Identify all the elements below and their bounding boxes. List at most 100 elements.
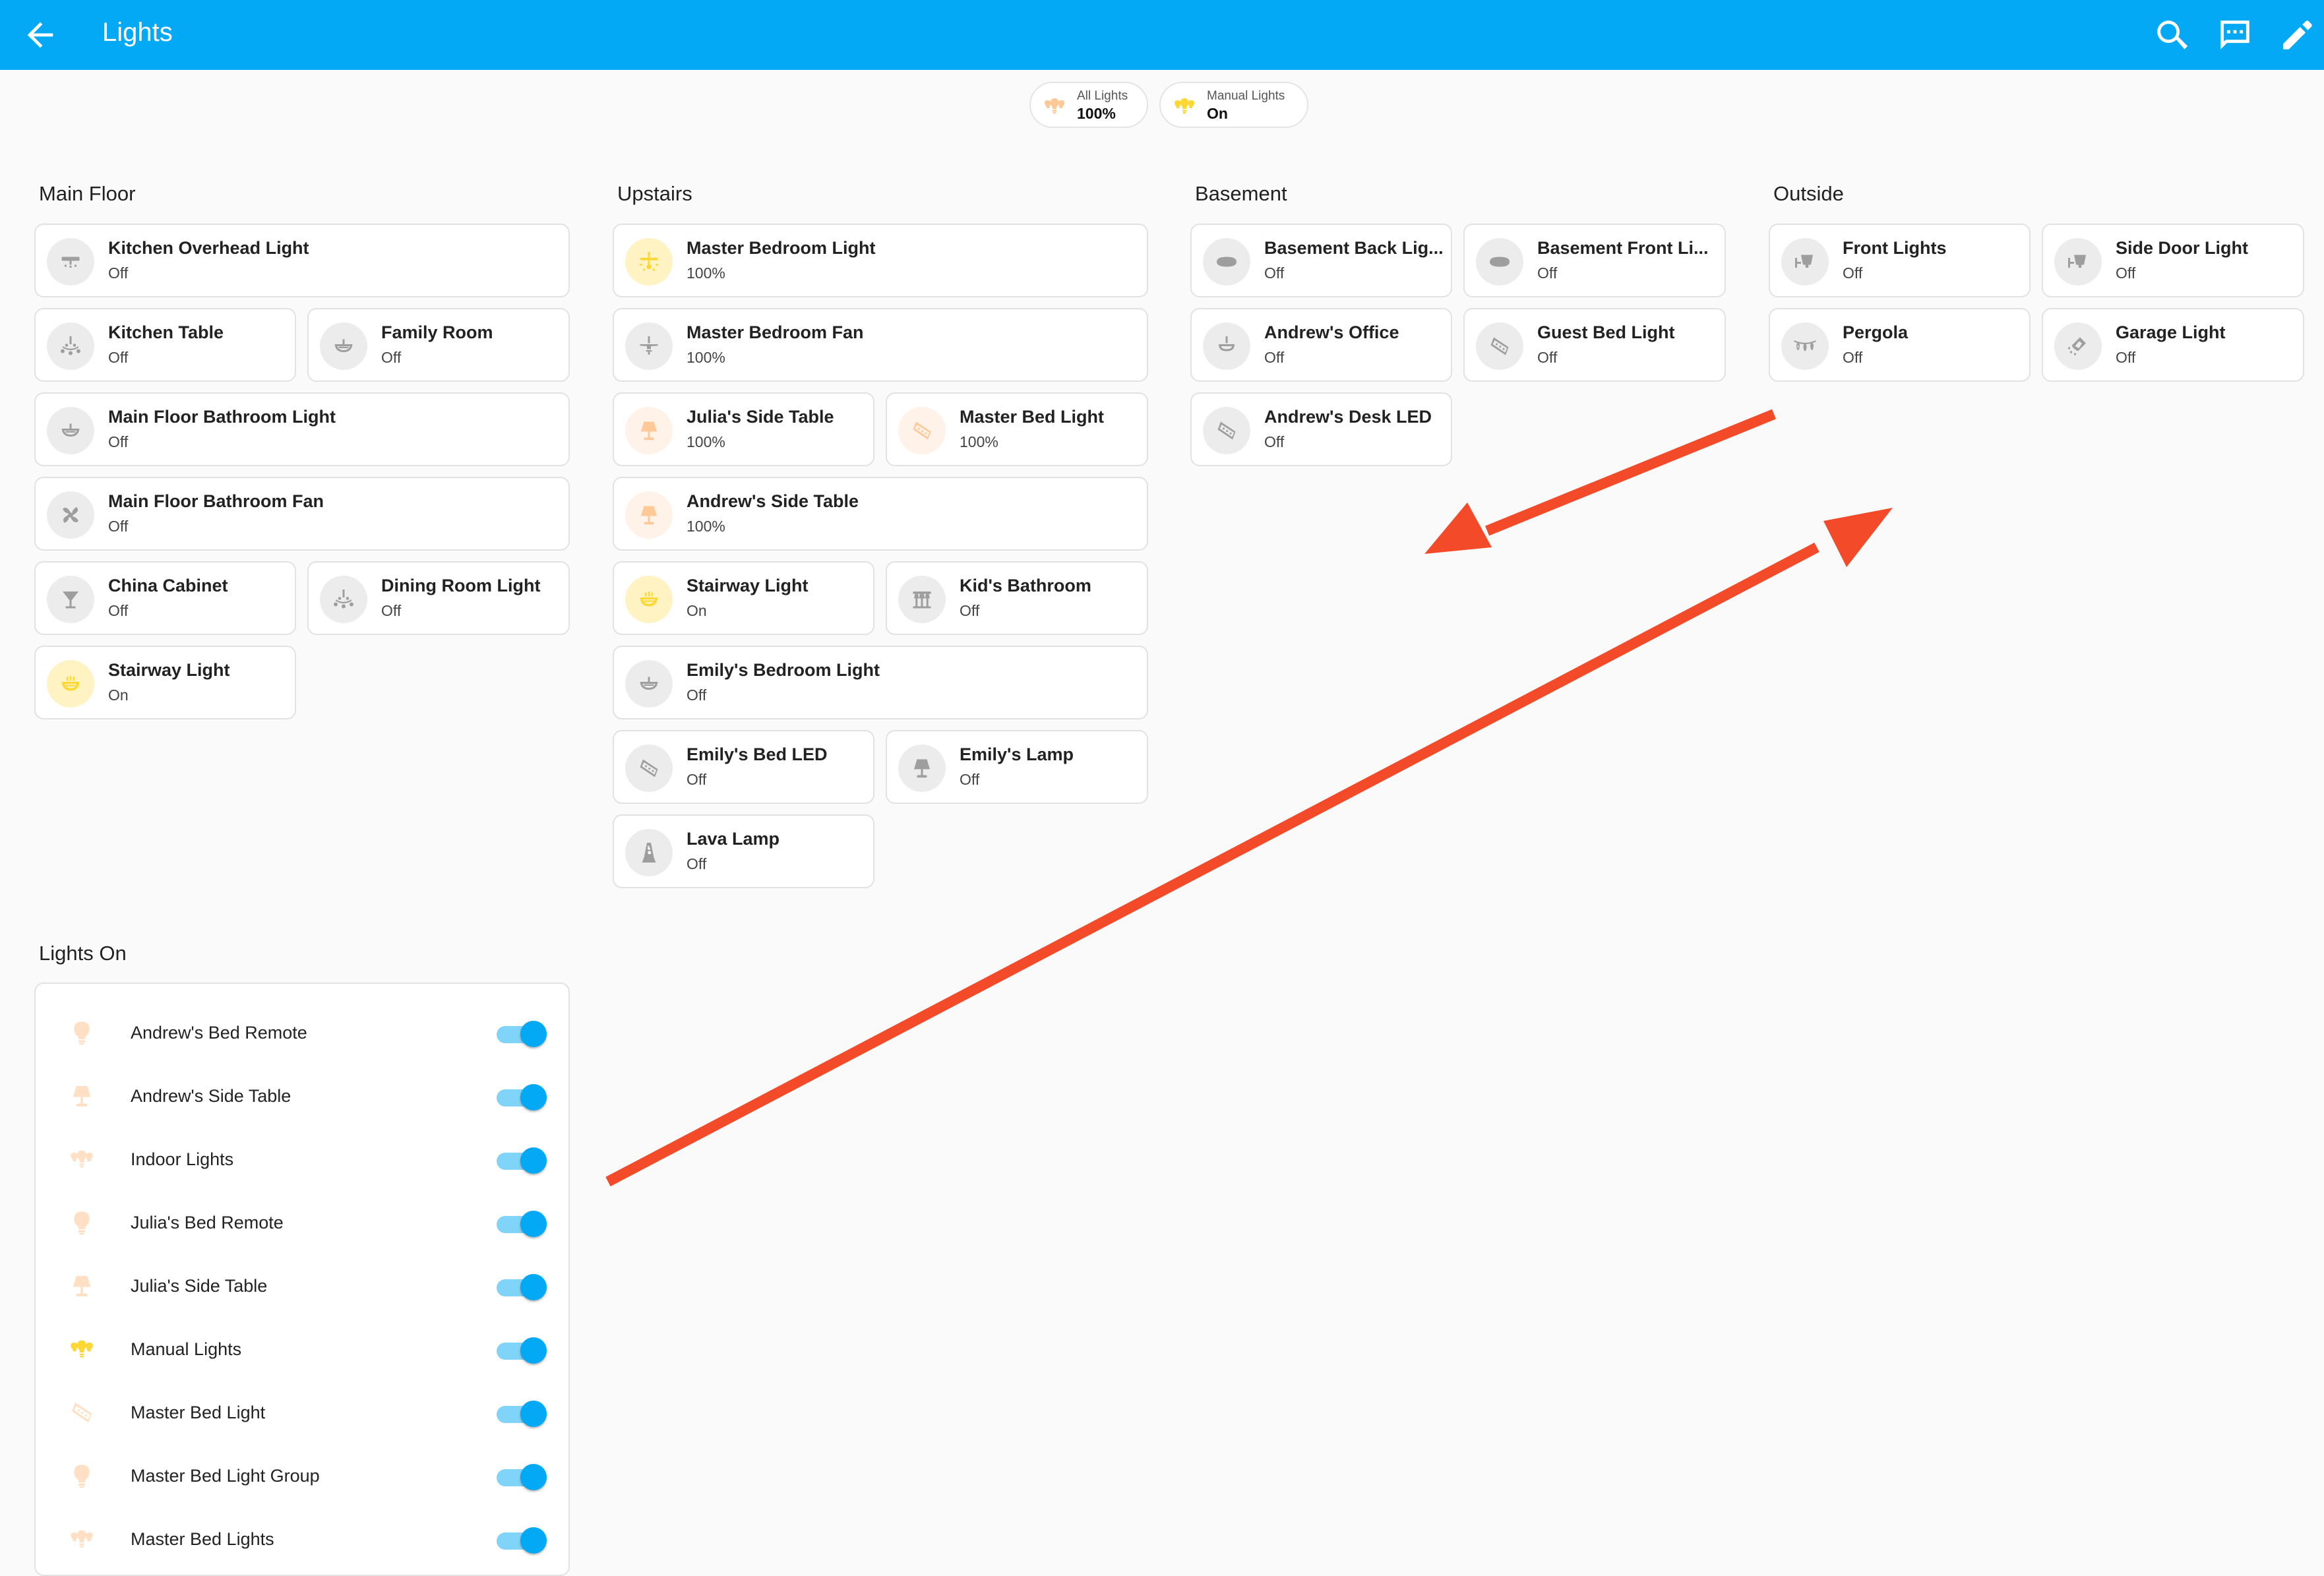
ceiling-bowl-icon [637, 672, 661, 696]
outdoor-lamp-icon [1793, 250, 1817, 274]
light-card-china-cabinet[interactable]: China Cabinet Off [34, 561, 296, 635]
entity-toggle[interactable] [494, 1464, 547, 1490]
search-icon[interactable] [2153, 16, 2191, 54]
entity-row: Julia's Side Table [36, 1254, 568, 1318]
assist-chat-icon[interactable] [2216, 16, 2254, 54]
badge-state: 100% [1077, 105, 1116, 122]
led-strip-icon [69, 1399, 95, 1426]
card-state: 100% [960, 433, 998, 450]
entity-label[interactable]: Master Bed Light [131, 1403, 265, 1423]
lamp-icon [69, 1083, 95, 1109]
entity-toggle[interactable] [494, 1274, 547, 1300]
annotation-arrow-left-head [1424, 502, 1492, 554]
light-card-master-bedroom-fan[interactable]: Master Bedroom Fan 100% [613, 308, 1148, 382]
entity-toggle[interactable] [494, 1021, 547, 1047]
light-card-pergola[interactable]: Pergola Off [1769, 308, 2031, 382]
light-card-emilys-lamp[interactable]: Emily's Lamp Off [886, 730, 1148, 804]
icon-circle [625, 576, 673, 623]
entity-toggle[interactable] [494, 1084, 547, 1110]
light-card-guest-bed[interactable]: Guest Bed Light Off [1463, 308, 1726, 382]
light-card-julias-side-table[interactable]: Julia's Side Table 100% [613, 392, 874, 466]
entity-row: Master Bed Lights [36, 1507, 568, 1571]
light-card-stairway-upstairs[interactable]: Stairway Light On [613, 561, 874, 635]
light-card-kids-bathroom[interactable]: Kid's Bathroom Off [886, 561, 1148, 635]
entity-label[interactable]: Manual Lights [131, 1339, 241, 1360]
entity-label[interactable]: Andrew's Side Table [131, 1086, 291, 1106]
lamp-icon [69, 1273, 95, 1299]
entity-toggle[interactable] [494, 1211, 547, 1237]
entity-toggle[interactable] [494, 1147, 547, 1174]
badge-all-lights[interactable]: All Lights 100% [1029, 82, 1148, 128]
back-arrow-icon[interactable] [21, 16, 59, 54]
annotation-arrow-right-head [1823, 508, 1893, 567]
edit-pencil-icon[interactable] [2278, 16, 2317, 54]
lightbulb-group-icon [1043, 94, 1066, 118]
card-name: Andrew's Side Table [687, 491, 859, 511]
icon-circle [320, 322, 367, 370]
card-state: Off [108, 264, 129, 282]
light-card-dining-room[interactable]: Dining Room Light Off [307, 561, 570, 635]
card-state: Off [1264, 433, 1285, 450]
section-title-lights-on: Lights On [39, 942, 127, 965]
card-state: Off [2116, 349, 2136, 366]
entity-label[interactable]: Master Bed Lights [131, 1529, 274, 1550]
light-card-andrews-side-table[interactable]: Andrew's Side Table 100% [613, 477, 1148, 551]
icon-circle [1476, 322, 1523, 370]
icon-circle [47, 407, 94, 454]
card-name: Dining Room Light [381, 576, 541, 595]
entity-label[interactable]: Andrew's Bed Remote [131, 1023, 307, 1043]
light-card-basement-back[interactable]: Basement Back Lig... Off [1190, 224, 1452, 297]
entity-label[interactable]: Julia's Bed Remote [131, 1213, 284, 1233]
entity-label[interactable]: Indoor Lights [131, 1149, 233, 1170]
bulb-icon [69, 1463, 95, 1489]
outdoor-lamp-icon [2066, 250, 2090, 274]
card-name: Front Lights [1843, 238, 1947, 258]
icon-circle [625, 238, 673, 286]
card-name: Main Floor Bathroom Light [108, 407, 336, 427]
light-card-stairway-main[interactable]: Stairway Light On [34, 646, 296, 719]
card-state: Off [960, 602, 980, 619]
bulb-icon [69, 1209, 95, 1236]
icon-circle [898, 744, 946, 792]
card-name: Master Bedroom Fan [687, 322, 864, 342]
light-card-main-floor-bathroom-fan[interactable]: Main Floor Bathroom Fan Off [34, 477, 570, 551]
icon-circle [625, 744, 673, 792]
light-card-garage[interactable]: Garage Light Off [2042, 308, 2304, 382]
light-card-emilys-bedroom-light[interactable]: Emily's Bedroom Light Off [613, 646, 1148, 719]
light-card-master-bedroom-light[interactable]: Master Bedroom Light 100% [613, 224, 1148, 297]
card-state: 100% [687, 264, 725, 282]
entity-label[interactable]: Master Bed Light Group [131, 1466, 320, 1486]
light-card-kitchen-table[interactable]: Kitchen Table Off [34, 308, 296, 382]
ceiling-fan-icon [637, 334, 661, 358]
light-card-emilys-bed-led[interactable]: Emily's Bed LED Off [613, 730, 874, 804]
card-name: Master Bed Light [960, 407, 1105, 427]
light-card-lava-lamp[interactable]: Lava Lamp Off [613, 814, 874, 888]
light-card-side-door[interactable]: Side Door Light Off [2042, 224, 2304, 297]
badge-state: On [1207, 105, 1228, 122]
card-state: Off [1537, 349, 1558, 366]
card-name: Garage Light [2116, 322, 2226, 342]
entity-row: Andrew's Bed Remote [36, 1001, 568, 1064]
light-card-family-room[interactable]: Family Room Off [307, 308, 570, 382]
light-card-basement-front[interactable]: Basement Front Li... Off [1463, 224, 1726, 297]
card-state: Off [1843, 264, 1863, 282]
led-strip-icon [1488, 334, 1512, 358]
light-card-master-bed-light[interactable]: Master Bed Light 100% [886, 392, 1148, 466]
entity-toggle[interactable] [494, 1401, 547, 1427]
light-card-andrews-office[interactable]: Andrew's Office Off [1190, 308, 1452, 382]
entity-toggle[interactable] [494, 1527, 547, 1554]
light-card-main-floor-bathroom-light[interactable]: Main Floor Bathroom Light Off [34, 392, 570, 466]
entity-toggle[interactable] [494, 1337, 547, 1364]
light-card-front-lights[interactable]: Front Lights Off [1769, 224, 2031, 297]
light-card-kitchen-overhead[interactable]: Kitchen Overhead Light Off [34, 224, 570, 297]
card-state: On [108, 686, 129, 704]
badge-manual-lights[interactable]: Manual Lights On [1159, 82, 1308, 128]
card-name: Kitchen Overhead Light [108, 238, 309, 258]
icon-circle [2054, 322, 2102, 370]
light-card-andrews-desk-led[interactable]: Andrew's Desk LED Off [1190, 392, 1452, 466]
vanity-light-icon [910, 588, 934, 611]
card-name: Andrew's Desk LED [1264, 407, 1432, 427]
entity-label[interactable]: Julia's Side Table [131, 1276, 267, 1296]
card-state: Off [108, 433, 129, 450]
icon-circle [320, 576, 367, 623]
